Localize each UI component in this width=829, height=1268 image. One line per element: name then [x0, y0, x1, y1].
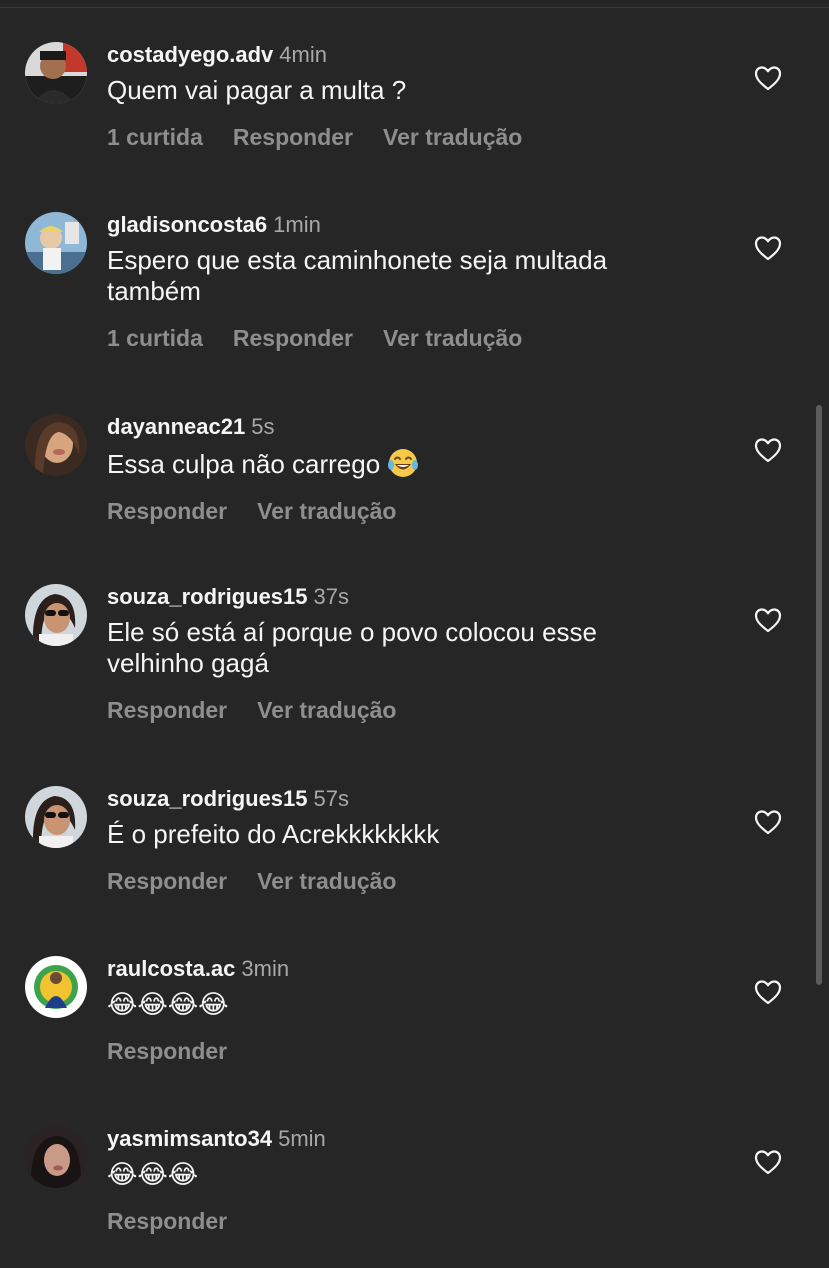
tears-of-joy-emoji: [387, 447, 419, 479]
comment-actions: Responder: [107, 1038, 727, 1064]
comment-content: souza_rodrigues15 57s É o prefeito do Acr…: [107, 786, 727, 894]
translate-button[interactable]: Ver tradução: [257, 498, 396, 524]
reply-button[interactable]: Responder: [233, 325, 353, 351]
comment-time: 5min: [278, 1126, 326, 1151]
heart-outline-icon[interactable]: [754, 979, 782, 1005]
comment-text: É o prefeito do Acrekkkkkkkk: [107, 819, 440, 849]
comment-text: Essa culpa não carrego: [107, 447, 727, 480]
comment-content: dayanneac21 5s Essa culpa não carrego Res…: [107, 414, 727, 524]
comment-text: 😂😂😂: [107, 1159, 199, 1189]
comment-text: Espero que esta caminhonete seja multada…: [107, 245, 608, 306]
comment-time: 37s: [313, 584, 349, 609]
avatar[interactable]: [25, 212, 87, 274]
comment-actions: Responder: [107, 1208, 727, 1234]
heart-outline-icon[interactable]: [754, 235, 782, 261]
avatar[interactable]: [25, 584, 87, 646]
comment-time: 57s: [313, 786, 349, 811]
avatar[interactable]: [25, 786, 87, 848]
avatar[interactable]: [25, 414, 87, 476]
translate-button[interactable]: Ver tradução: [257, 868, 396, 894]
scrollbar[interactable]: [816, 405, 822, 985]
comment-time: 5s: [251, 414, 275, 439]
reply-button[interactable]: Responder: [107, 1038, 227, 1064]
reply-button[interactable]: Responder: [233, 124, 353, 150]
comment-time: 4min: [279, 42, 327, 67]
comment-content: souza_rodrigues15 37s Ele só está aí porq…: [107, 584, 727, 723]
comment-actions: 1 curtida Responder Ver tradução: [107, 124, 727, 150]
comment-actions: Responder Ver tradução: [107, 697, 727, 723]
comment-username[interactable]: souza_rodrigues15: [107, 584, 308, 609]
comment-actions: Responder Ver tradução: [107, 868, 727, 894]
top-divider: [0, 7, 829, 8]
avatar[interactable]: [25, 42, 87, 104]
comment-username[interactable]: costadyego.adv: [107, 42, 273, 67]
heart-outline-icon[interactable]: [754, 65, 782, 91]
comment-text: Ele só está aí porque o povo colocou ess…: [107, 617, 597, 678]
comment-content: costadyego.adv 4min Quem vai pagar a mult…: [107, 42, 727, 150]
comment-time: 3min: [241, 956, 290, 981]
heart-outline-icon[interactable]: [754, 809, 782, 835]
comment-time: 1min: [273, 212, 321, 237]
comment-actions: Responder Ver tradução: [107, 498, 727, 524]
comment-text: Quem vai pagar a multa ?: [107, 75, 407, 105]
reply-button[interactable]: Responder: [107, 1208, 227, 1234]
translate-button[interactable]: Ver tradução: [257, 697, 396, 723]
likes-count-link[interactable]: 1 curtida: [107, 325, 203, 351]
reply-button[interactable]: Responder: [107, 498, 227, 524]
comment-username[interactable]: raulcosta.ac: [107, 956, 235, 981]
comment-content: gladisoncosta6 1min Espero que esta camin…: [107, 212, 727, 351]
comment-content: yasmimsanto34 5min 😂😂😂 Responder: [107, 1126, 727, 1234]
comment-username[interactable]: gladisoncosta6: [107, 212, 267, 237]
heart-outline-icon[interactable]: [754, 437, 782, 463]
likes-count-link[interactable]: 1 curtida: [107, 124, 203, 150]
reply-button[interactable]: Responder: [107, 868, 227, 894]
comment-actions: 1 curtida Responder Ver tradução: [107, 325, 727, 351]
comment-content: raulcosta.ac 3min 😂😂😂😂 Responder: [107, 956, 727, 1064]
avatar[interactable]: [25, 1126, 87, 1188]
translate-button[interactable]: Ver tradução: [383, 325, 522, 351]
heart-outline-icon[interactable]: [754, 607, 782, 633]
reply-button[interactable]: Responder: [107, 697, 227, 723]
heart-outline-icon[interactable]: [754, 1149, 782, 1175]
comment-username[interactable]: souza_rodrigues15: [107, 786, 308, 811]
avatar[interactable]: [25, 956, 87, 1018]
comment-username[interactable]: dayanneac21: [107, 414, 245, 439]
comment-text: 😂😂😂😂: [107, 989, 229, 1019]
comment-username[interactable]: yasmimsanto34: [107, 1126, 272, 1151]
comment-text-body: Essa culpa não carrego: [107, 449, 381, 479]
translate-button[interactable]: Ver tradução: [383, 124, 522, 150]
